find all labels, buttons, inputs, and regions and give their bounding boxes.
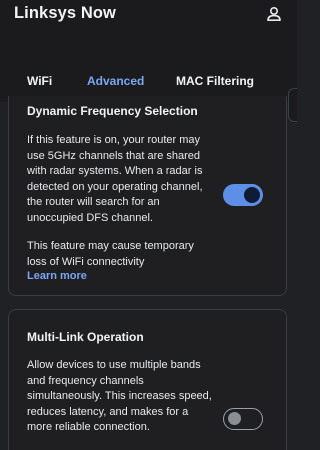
dfs-toggle[interactable] [223,184,263,206]
mlo-title: Multi-Link Operation [27,330,144,344]
toggle-knob [244,187,260,203]
tab-mac-filtering[interactable]: MAC Filtering [176,74,254,88]
mlo-description: Allow devices to use multiple bands and … [27,359,212,434]
dfs-title: Dynamic Frequency Selection [27,104,198,118]
app-title: Linksys Now [14,4,116,22]
tab-wifi[interactable]: WiFi [27,74,52,88]
dfs-note: This feature may cause temporary loss of… [27,240,194,268]
mlo-card: Multi-Link Operation Allow devices to us… [8,309,287,450]
scroll-edge-handle[interactable] [288,88,297,122]
learn-more-link[interactable]: Learn more [27,270,87,282]
advanced-settings-screen: Linksys Now WiFi Advanced MAC Filtering … [0,0,297,450]
tab-advanced[interactable]: Advanced [87,74,144,88]
person-icon[interactable] [265,5,283,23]
dfs-description: If this feature is on, your router may u… [27,134,203,224]
dfs-card: Dynamic Frequency Selection If this feat… [8,96,287,296]
app-bar: Linksys Now [0,0,297,38]
mlo-toggle[interactable] [223,408,263,430]
toggle-knob [228,412,241,425]
tab-bar: WiFi Advanced MAC Filtering [0,38,297,102]
